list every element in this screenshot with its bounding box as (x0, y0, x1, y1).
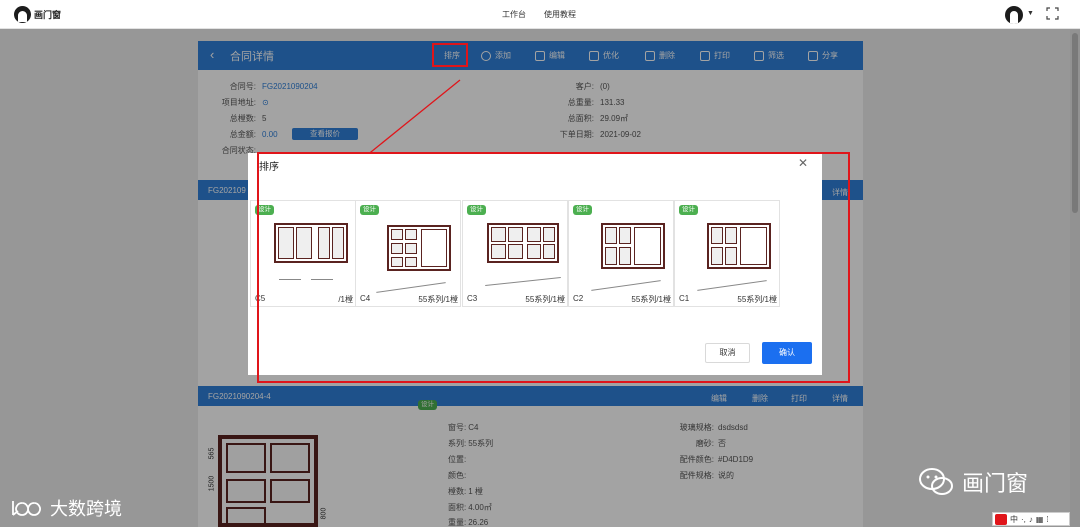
watermark-left: 大数跨境 (10, 495, 122, 521)
fullscreen-icon[interactable] (1046, 7, 1059, 20)
app-logo[interactable]: 画门窗 (14, 6, 61, 23)
mic-icon: ♪ (1028, 514, 1033, 524)
watermark-left-text: 大数跨境 (50, 499, 122, 519)
dialog-highlight-box (257, 152, 850, 383)
keyboard-icon: ▦ (1035, 514, 1044, 524)
logo-icon (14, 6, 31, 23)
sort-highlight-box (432, 43, 468, 67)
ime-mode-icon: 中 (1010, 514, 1018, 524)
watermark-right: 画门窗 (918, 466, 1028, 498)
brand-mark-icon (12, 501, 41, 516)
top-navbar: 画门窗 工作台 使用教程 ▼ (0, 0, 1080, 29)
ime-toolbar[interactable]: 中 ·, ♪ ▦ ⁞ (992, 512, 1070, 526)
nav-workbench[interactable]: 工作台 (502, 9, 526, 20)
top-nav: 工作台 使用教程 (502, 9, 576, 20)
grid-menu-icon: ⁞ (1046, 514, 1049, 524)
caret-down-icon[interactable]: ▼ (1027, 10, 1034, 17)
watermark-right-text: 画门窗 (962, 471, 1029, 496)
sogou-icon (995, 513, 1007, 525)
wechat-icon (919, 468, 953, 495)
nav-tutorial[interactable]: 使用教程 (544, 9, 576, 20)
punctuation-icon: ·, (1021, 514, 1026, 524)
logo-text: 画门窗 (34, 10, 62, 20)
user-avatar[interactable] (1005, 6, 1023, 24)
